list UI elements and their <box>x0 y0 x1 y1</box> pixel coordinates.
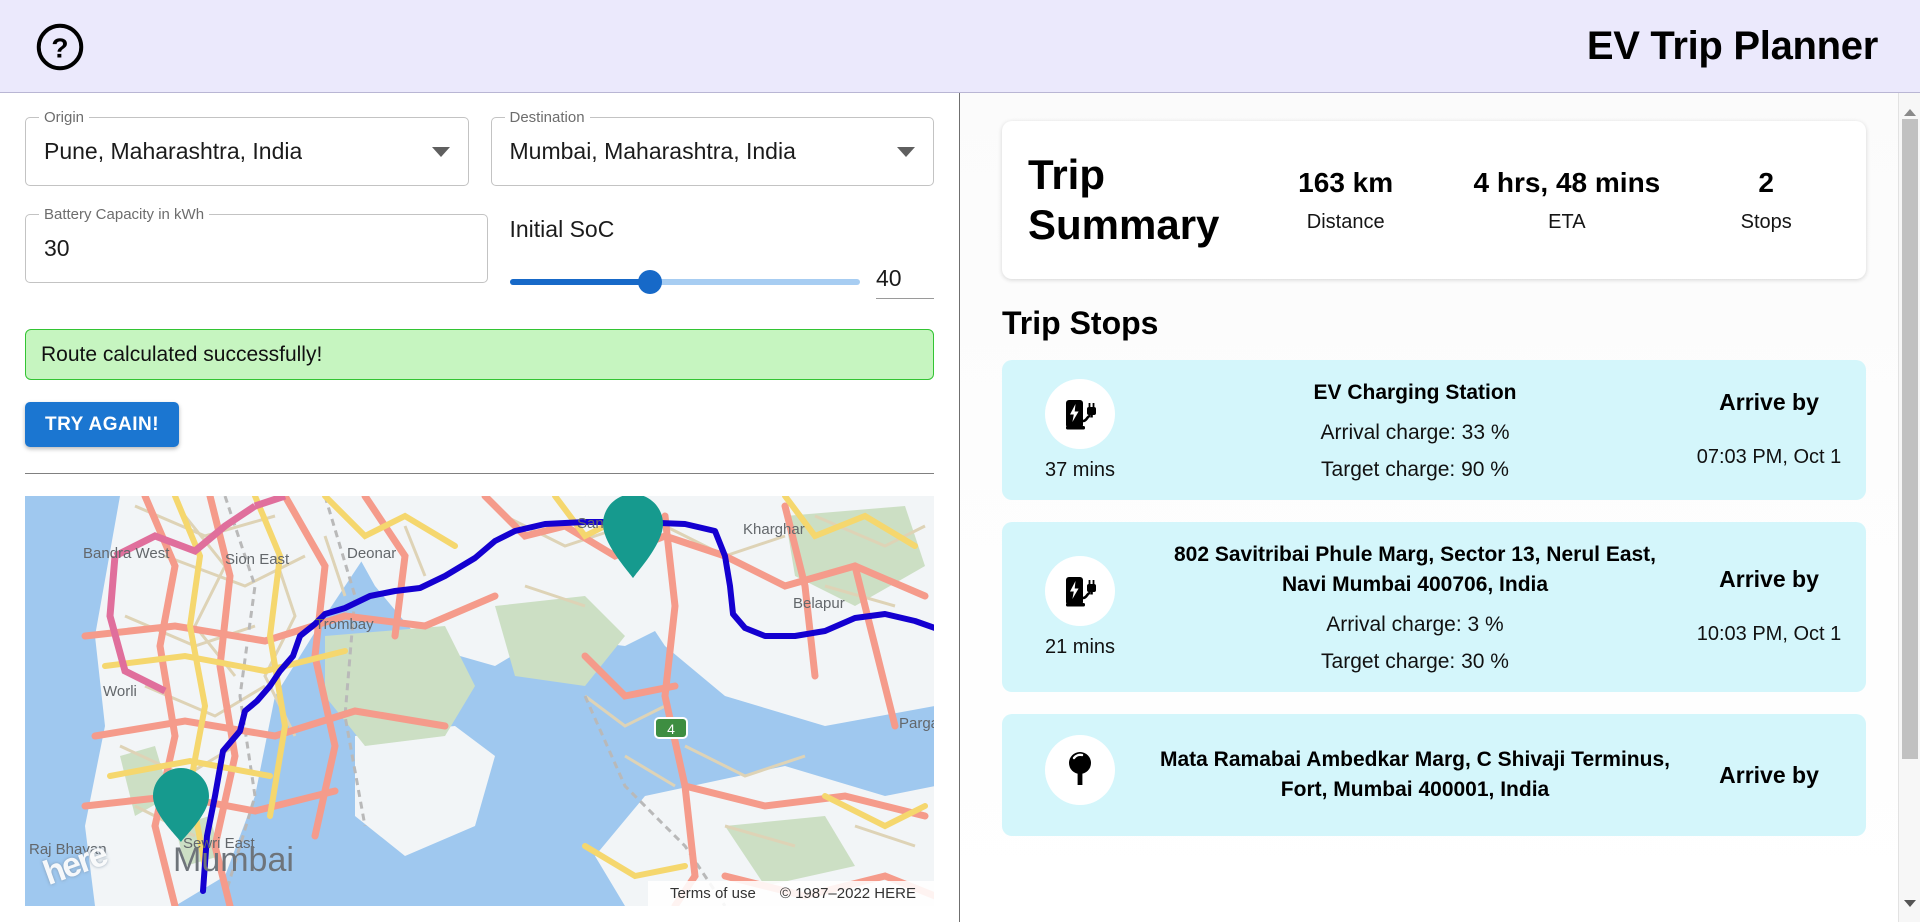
chevron-down-icon[interactable] <box>432 147 450 157</box>
metric-distance: 163 km Distance <box>1298 167 1393 234</box>
svg-text:Sion East: Sion East <box>225 551 290 568</box>
metric-distance-value: 163 km <box>1298 167 1393 199</box>
stop-arrival-charge: Arrival charge: 33 % <box>1150 421 1680 445</box>
initial-soc-value-field[interactable]: 40 <box>876 265 934 299</box>
stop-icon-column: 37 mins <box>1024 379 1136 482</box>
map-attribution: Terms of use © 1987–2022 HERE <box>648 881 934 906</box>
trip-summary-title: Trip Summary <box>1028 150 1258 250</box>
metric-eta-value: 4 hrs, 48 mins <box>1474 167 1661 199</box>
initial-soc-block: Initial SoC 40 <box>510 214 935 299</box>
stop-name: EV Charging Station <box>1150 378 1680 408</box>
scroll-down-button[interactable] <box>1899 892 1920 914</box>
metric-eta: 4 hrs, 48 mins ETA <box>1474 167 1661 234</box>
battery-capacity-label: Battery Capacity in kWh <box>39 206 209 223</box>
trip-stops-list: 37 mins EV Charging Station Arrival char… <box>1002 360 1866 836</box>
stop-target-charge: Target charge: 30 % <box>1150 650 1680 674</box>
help-button[interactable]: ? <box>32 19 88 75</box>
chevron-down-icon <box>1904 900 1916 907</box>
planner-form-panel: Origin Pune, Maharashtra, India Destinat… <box>0 93 960 922</box>
destination-label: Destination <box>505 109 590 126</box>
stop-icon-column <box>1024 735 1136 815</box>
map-pin-icon <box>1045 735 1115 805</box>
svg-text:Sanpada: Sanpada <box>577 515 638 532</box>
page-scrollbar[interactable] <box>1898 93 1920 922</box>
ev-charging-station-icon <box>1045 556 1115 626</box>
svg-text:Mumbai: Mumbai <box>173 841 294 879</box>
stop-arrive-block: Arrive by 07:03 PM, Oct 1 <box>1694 389 1844 472</box>
svg-text:Trombay: Trombay <box>315 616 374 633</box>
svg-text:Worli: Worli <box>103 683 137 700</box>
svg-text:Parga: Parga <box>899 715 934 732</box>
scrollbar-thumb[interactable] <box>1902 119 1918 759</box>
metric-distance-label: Distance <box>1298 211 1393 234</box>
origin-select[interactable]: Origin Pune, Maharashtra, India <box>25 117 469 186</box>
map-canvas: Bandra West Sion East Deonar Trombay Wor… <box>25 496 934 906</box>
destination-value: Mumbai, Maharashtra, India <box>510 138 796 165</box>
stop-name: 802 Savitribai Phule Marg, Sector 13, Ne… <box>1150 540 1680 600</box>
metric-stops-value: 2 <box>1741 167 1792 199</box>
svg-text:?: ? <box>51 32 68 63</box>
map-copyright: © 1987–2022 HERE <box>780 885 916 902</box>
question-mark-circle-icon: ? <box>35 22 85 72</box>
app-header: ? EV Trip Planner <box>0 0 1920 93</box>
stop-details: 802 Savitribai Phule Marg, Sector 13, Ne… <box>1136 540 1694 674</box>
stop-arrive-block: Arrive by 10:03 PM, Oct 1 <box>1694 566 1844 649</box>
trip-summary-card: Trip Summary 163 km Distance 4 hrs, 48 m… <box>1002 121 1866 279</box>
trip-results-panel: Trip Summary 163 km Distance 4 hrs, 48 m… <box>960 93 1920 922</box>
metric-eta-label: ETA <box>1474 211 1661 234</box>
trip-stop-item[interactable]: 21 mins 802 Savitribai Phule Marg, Secto… <box>1002 522 1866 692</box>
stop-icon-column: 21 mins <box>1024 556 1136 659</box>
battery-capacity-value: 30 <box>44 235 70 262</box>
actions-row: TRY AGAIN! <box>0 380 959 447</box>
trip-stop-item[interactable]: Mata Ramabai Ambedkar Marg, C Shivaji Te… <box>1002 714 1866 836</box>
battery-capacity-field[interactable]: Battery Capacity in kWh 30 <box>25 214 488 283</box>
svg-text:4: 4 <box>667 721 675 737</box>
svg-text:Kharghar: Kharghar <box>743 521 805 538</box>
stop-arrive-label: Arrive by <box>1694 389 1844 416</box>
chevron-down-icon[interactable] <box>897 147 915 157</box>
slider-fill <box>510 279 650 285</box>
map-terms-link[interactable]: Terms of use <box>670 885 756 902</box>
svg-text:Belapur: Belapur <box>793 595 845 612</box>
stop-arrival-charge: Arrival charge: 3 % <box>1150 613 1680 637</box>
stop-target-charge: Target charge: 90 % <box>1150 458 1680 482</box>
status-alert: Route calculated successfully! <box>25 329 934 380</box>
battery-soc-row: Battery Capacity in kWh 30 Initial SoC 4… <box>0 186 959 299</box>
trip-stops-heading: Trip Stops <box>1002 305 1898 342</box>
initial-soc-slider[interactable] <box>510 271 861 293</box>
stop-arrive-block: Arrive by <box>1694 762 1844 789</box>
origin-value: Pune, Maharashtra, India <box>44 138 302 165</box>
destination-select[interactable]: Destination Mumbai, Maharashtra, India <box>491 117 935 186</box>
slider-thumb[interactable] <box>638 270 662 294</box>
stop-duration: 21 mins <box>1045 636 1115 659</box>
stop-arrive-label: Arrive by <box>1694 566 1844 593</box>
stop-details: EV Charging Station Arrival charge: 33 %… <box>1136 378 1694 482</box>
page-title: EV Trip Planner <box>1587 24 1878 69</box>
stop-arrive-time: 10:03 PM, Oct 1 <box>1694 619 1844 649</box>
svg-text:Deonar: Deonar <box>347 545 396 562</box>
svg-text:Bandra West: Bandra West <box>83 545 170 562</box>
divider <box>25 473 934 474</box>
stop-name: Mata Ramabai Ambedkar Marg, C Shivaji Te… <box>1150 745 1680 805</box>
metric-stops: 2 Stops <box>1741 167 1792 234</box>
status-alert-text: Route calculated successfully! <box>41 343 322 367</box>
initial-soc-label: Initial SoC <box>510 216 935 243</box>
chevron-up-icon <box>1904 109 1916 116</box>
route-map[interactable]: Bandra West Sion East Deonar Trombay Wor… <box>25 496 934 906</box>
try-again-button[interactable]: TRY AGAIN! <box>25 402 179 447</box>
stop-arrive-time: 07:03 PM, Oct 1 <box>1694 442 1844 472</box>
stop-duration: 37 mins <box>1045 459 1115 482</box>
stop-details: Mata Ramabai Ambedkar Marg, C Shivaji Te… <box>1136 745 1694 805</box>
initial-soc-value: 40 <box>876 265 902 291</box>
highway-shield-4: 4 <box>655 718 687 738</box>
origin-destination-row: Origin Pune, Maharashtra, India Destinat… <box>0 93 959 186</box>
ev-charging-station-icon <box>1045 379 1115 449</box>
metric-stops-label: Stops <box>1741 211 1792 234</box>
origin-label: Origin <box>39 109 89 126</box>
trip-summary-metrics: 163 km Distance 4 hrs, 48 mins ETA 2 Sto… <box>1258 167 1832 234</box>
stop-arrive-label: Arrive by <box>1694 762 1844 789</box>
trip-stop-item[interactable]: 37 mins EV Charging Station Arrival char… <box>1002 360 1866 500</box>
